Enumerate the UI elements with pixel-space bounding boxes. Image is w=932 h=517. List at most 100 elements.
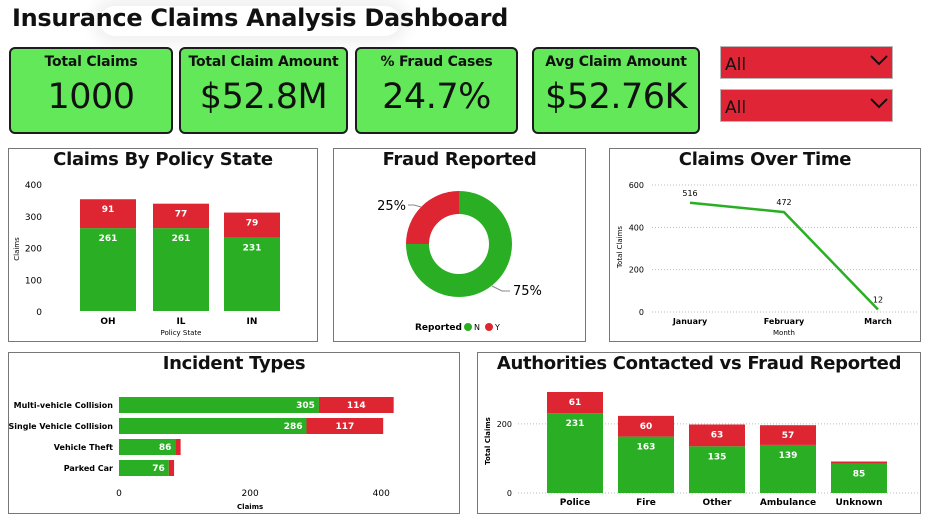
data-label: 231 [243,244,262,254]
data-label: 12 [873,295,883,304]
data-label: 472 [776,198,791,207]
x-tick-label: Fire [636,498,656,508]
kpi-avg-claim-amount: Avg Claim Amount $52.76K [532,47,700,134]
x-tick-label: Police [560,498,590,508]
y-tick-label: 0 [639,308,644,317]
category-label: Parked Car [64,464,113,473]
x-tick-label: Other [703,498,732,508]
chart-card-authorities: Authorities Contacted vs Fraud Reported … [477,352,921,514]
filter-dropdown-value: All [725,98,747,118]
kpi-label: Total Claim Amount [188,54,339,70]
data-label: 231 [566,419,585,429]
data-label: 261 [99,234,118,244]
data-label: 76 [152,464,165,474]
y-tick-label: 400 [25,181,42,191]
bar-segment-y [175,439,181,455]
data-label: 286 [284,422,303,432]
kpi-value: 24.7% [382,77,491,117]
bar-segment-y [831,461,887,464]
x-tick-label: March [864,317,892,326]
y-axis-title: Total Claims [484,417,492,465]
chevron-down-icon [870,55,888,66]
slice-label: 75% [513,284,542,299]
chart-card-claims-over-time: Claims Over Time 0 200 400 600 Total Claims 5… [609,148,921,342]
leader-line [491,285,510,292]
y-tick-label: 200 [629,266,644,275]
y-axis-title: Claims [13,237,21,261]
bar-segment-n [119,418,307,434]
category-label: Multi-vehicle Collision [14,401,114,410]
data-label: 91 [102,205,115,215]
y-tick-label: 0 [36,308,42,318]
category-label: Vehicle Theft [54,443,113,452]
data-label: 85 [853,470,866,480]
data-label: 305 [296,401,315,411]
y-tick-label: 600 [629,181,644,190]
donut-slice-y [406,191,459,244]
legend-swatch-y [485,323,493,331]
kpi-value: $52.76K [545,77,687,117]
kpi-label: Avg Claim Amount [545,54,687,70]
policy-state-chart: 0 100 200 300 400 Claims 261 91 OH 261 77 IL 231 79 IN… [13,181,280,337]
legend-item: N [474,323,480,332]
data-label: 114 [347,401,366,411]
data-label: 163 [637,443,656,453]
incident-types-chart: Multi-vehicle Collision 305 114 Single Vehi… [9,397,394,511]
leader-line [408,204,422,208]
kpi-label: Total Claims [44,54,138,70]
x-tick-label: Ambulance [760,498,816,508]
data-label: 139 [779,451,798,461]
claims-over-time-chart: 0 200 400 600 Total Claims 516 January 472 Febru… [616,181,917,337]
bar-segment-y [168,460,175,476]
x-axis-title: Policy State [161,329,202,337]
kpi-value: 1000 [47,77,135,117]
filter-dropdown-value: All [725,55,747,75]
legend-item: Y [494,323,500,332]
data-label: 57 [782,431,795,441]
x-axis-title: Claims [237,503,263,511]
data-label: 516 [682,189,697,198]
page-title: Insurance Claims Analysis Dashboard [12,4,509,32]
y-tick-label: 100 [25,276,42,286]
data-label: 60 [640,422,653,432]
slice-label: 25% [377,199,406,214]
data-label: 135 [708,452,727,462]
fraud-donut-chart: 75% 25% Reported N Y [377,191,542,333]
x-tick-label: OH [100,317,115,327]
kpi-value: $52.8M [199,77,328,117]
legend-swatch-n [464,323,472,331]
data-label: 261 [172,234,191,244]
y-tick-label: 200 [25,245,42,255]
data-label: 61 [569,398,582,408]
bar-segment-n [119,397,319,413]
data-label: 79 [246,219,259,229]
data-label: 117 [335,422,354,432]
data-label: 77 [175,210,188,220]
kpi-total-claims: Total Claims 1000 [9,47,173,134]
filter-dropdown-1[interactable]: All [720,46,893,79]
legend-title: Reported [415,323,462,333]
x-tick-label: 0 [116,489,122,499]
x-tick-label: January [672,317,708,326]
x-tick-label: Unknown [835,498,882,508]
category-label: Single Vehicle Collision [9,422,113,431]
y-axis-title: Total Claims [616,226,624,269]
x-axis-title: Month [773,329,795,337]
data-label: 86 [159,443,172,453]
y-tick-label: 0 [507,489,512,498]
data-label: 63 [711,431,724,441]
x-tick-label: 200 [242,489,259,499]
chart-card-incident-types: Incident Types Multi-vehicle Collision 30… [8,352,460,514]
x-tick-label: February [764,317,805,326]
y-tick-label: 200 [497,420,512,429]
x-tick-label: 400 [373,489,390,499]
chart-card-policy-state: Claims By Policy State 0 100 200 300 400 Clai… [8,148,318,342]
y-tick-label: 400 [629,223,644,232]
kpi-fraud-cases: % Fraud Cases 24.7% [355,47,518,134]
authorities-chart: 0 200 Total Claims 231 61 Police 163 60 Fire 135 6… [484,392,918,508]
series-line [689,201,879,311]
kpi-label: % Fraud Cases [380,54,493,70]
filter-dropdown-2[interactable]: All [720,89,893,122]
chevron-down-icon [870,98,888,109]
x-tick-label: IN [247,317,258,327]
